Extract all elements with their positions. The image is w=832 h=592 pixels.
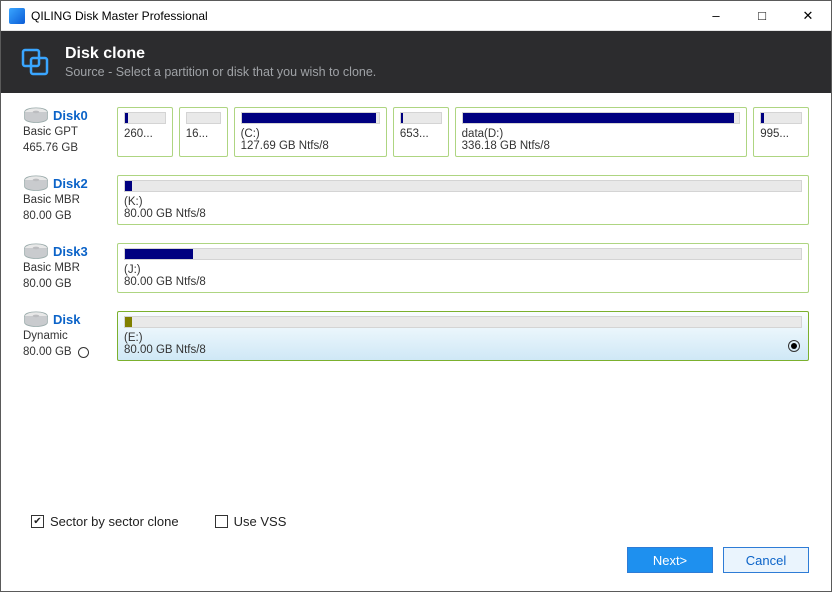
partition[interactable]: (E:)80.00 GB Ntfs/8 <box>117 311 809 361</box>
partition-size: 16... <box>186 128 221 140</box>
partition-group: 260... 16... (C:)127.69 GB Ntfs/8 653... dat… <box>117 107 809 157</box>
disk-row[interactable]: Disk0Basic GPT465.76 GB 260... 16... (C:)12… <box>23 107 809 157</box>
checkbox-icon <box>215 515 228 528</box>
checkbox-label: Use VSS <box>234 514 287 529</box>
disk-row[interactable]: DiskDynamic80.00 GB(E:)80.00 GB Ntfs/8 <box>23 311 809 361</box>
partition[interactable]: (C:)127.69 GB Ntfs/8 <box>234 107 387 157</box>
disk-info: DiskDynamic80.00 GB <box>23 311 111 361</box>
partition[interactable]: 995... <box>753 107 809 157</box>
footer-options: ✔ Sector by sector clone Use VSS <box>31 514 286 529</box>
partition-size: 127.69 GB Ntfs/8 <box>241 140 380 152</box>
partition-label: (C:) <box>241 128 380 140</box>
disk-info: Disk0Basic GPT465.76 GB <box>23 107 111 157</box>
partition[interactable]: 653... <box>393 107 449 157</box>
window-controls: – □ ✕ <box>693 1 831 30</box>
window-title: QILING Disk Master Professional <box>31 9 693 23</box>
checkbox-icon: ✔ <box>31 515 44 528</box>
disk-size: 80.00 GB <box>23 277 72 293</box>
disk-type: Basic GPT <box>23 125 111 141</box>
partition-size: 336.18 GB Ntfs/8 <box>462 140 741 152</box>
partition-size: 80.00 GB Ntfs/8 <box>124 276 802 288</box>
partition[interactable]: (K:)80.00 GB Ntfs/8 <box>117 175 809 225</box>
disk-name: Disk2 <box>23 175 111 193</box>
disk-size: 80.00 GB <box>23 209 72 225</box>
cancel-button[interactable]: Cancel <box>723 547 809 573</box>
partition[interactable]: 16... <box>179 107 228 157</box>
disk-name: Disk3 <box>23 243 111 261</box>
partition-group: (J:)80.00 GB Ntfs/8 <box>117 243 809 293</box>
partition[interactable]: (J:)80.00 GB Ntfs/8 <box>117 243 809 293</box>
disk-type: Basic MBR <box>23 193 111 209</box>
usage-bar <box>124 180 802 192</box>
sector-by-sector-checkbox[interactable]: ✔ Sector by sector clone <box>31 514 179 529</box>
partition-size: 995... <box>760 128 802 140</box>
next-button[interactable]: Next> <box>627 547 713 573</box>
disk-list: Disk0Basic GPT465.76 GB 260... 16... (C:)12… <box>1 93 831 379</box>
disk-type: Dynamic <box>23 329 111 345</box>
app-window: QILING Disk Master Professional – □ ✕ Di… <box>0 0 832 592</box>
minimize-button[interactable]: – <box>693 1 739 30</box>
disk-name: Disk <box>23 311 111 329</box>
usage-bar <box>124 316 802 328</box>
usage-bar <box>400 112 442 124</box>
disk-info: Disk2Basic MBR80.00 GB <box>23 175 111 225</box>
header-text: Disk clone Source - Select a partition o… <box>65 45 376 79</box>
partition-group: (K:)80.00 GB Ntfs/8 <box>117 175 809 225</box>
partition-size: 80.00 GB Ntfs/8 <box>124 344 802 356</box>
usage-bar <box>124 248 802 260</box>
partition[interactable]: data(D:)336.18 GB Ntfs/8 <box>455 107 748 157</box>
disk-type: Basic MBR <box>23 261 111 277</box>
close-button[interactable]: ✕ <box>785 1 831 30</box>
usage-bar <box>241 112 380 124</box>
disk-info: Disk3Basic MBR80.00 GB <box>23 243 111 293</box>
disk-row[interactable]: Disk3Basic MBR80.00 GB(J:)80.00 GB Ntfs/… <box>23 243 809 293</box>
usage-bar <box>186 112 221 124</box>
usage-bar <box>760 112 802 124</box>
usage-bar <box>124 112 166 124</box>
usage-bar <box>462 112 741 124</box>
disk-row[interactable]: Disk2Basic MBR80.00 GB(K:)80.00 GB Ntfs/… <box>23 175 809 225</box>
page-title: Disk clone <box>65 45 376 63</box>
titlebar: QILING Disk Master Professional – □ ✕ <box>1 1 831 31</box>
disk-size: 465.76 GB <box>23 141 78 157</box>
checkbox-label: Sector by sector clone <box>50 514 179 529</box>
maximize-button[interactable]: □ <box>739 1 785 30</box>
partition-radio-selected[interactable] <box>788 340 800 352</box>
page-subtitle: Source - Select a partition or disk that… <box>65 65 376 79</box>
disk-radio[interactable] <box>78 347 89 358</box>
disk-name: Disk0 <box>23 107 111 125</box>
partition-size: 260... <box>124 128 166 140</box>
clone-icon <box>19 46 51 78</box>
partition-group: (E:)80.00 GB Ntfs/8 <box>117 311 809 361</box>
page-header: Disk clone Source - Select a partition o… <box>1 31 831 93</box>
partition-size: 653... <box>400 128 442 140</box>
footer-buttons: Next> Cancel <box>627 547 809 573</box>
partition-label: (J:) <box>124 264 802 276</box>
partition-label: (K:) <box>124 196 802 208</box>
disk-size: 80.00 GB <box>23 345 72 361</box>
partition-label: (E:) <box>124 332 802 344</box>
partition-label: data(D:) <box>462 128 741 140</box>
partition[interactable]: 260... <box>117 107 173 157</box>
partition-size: 80.00 GB Ntfs/8 <box>124 208 802 220</box>
use-vss-checkbox[interactable]: Use VSS <box>215 514 287 529</box>
app-icon <box>9 8 25 24</box>
